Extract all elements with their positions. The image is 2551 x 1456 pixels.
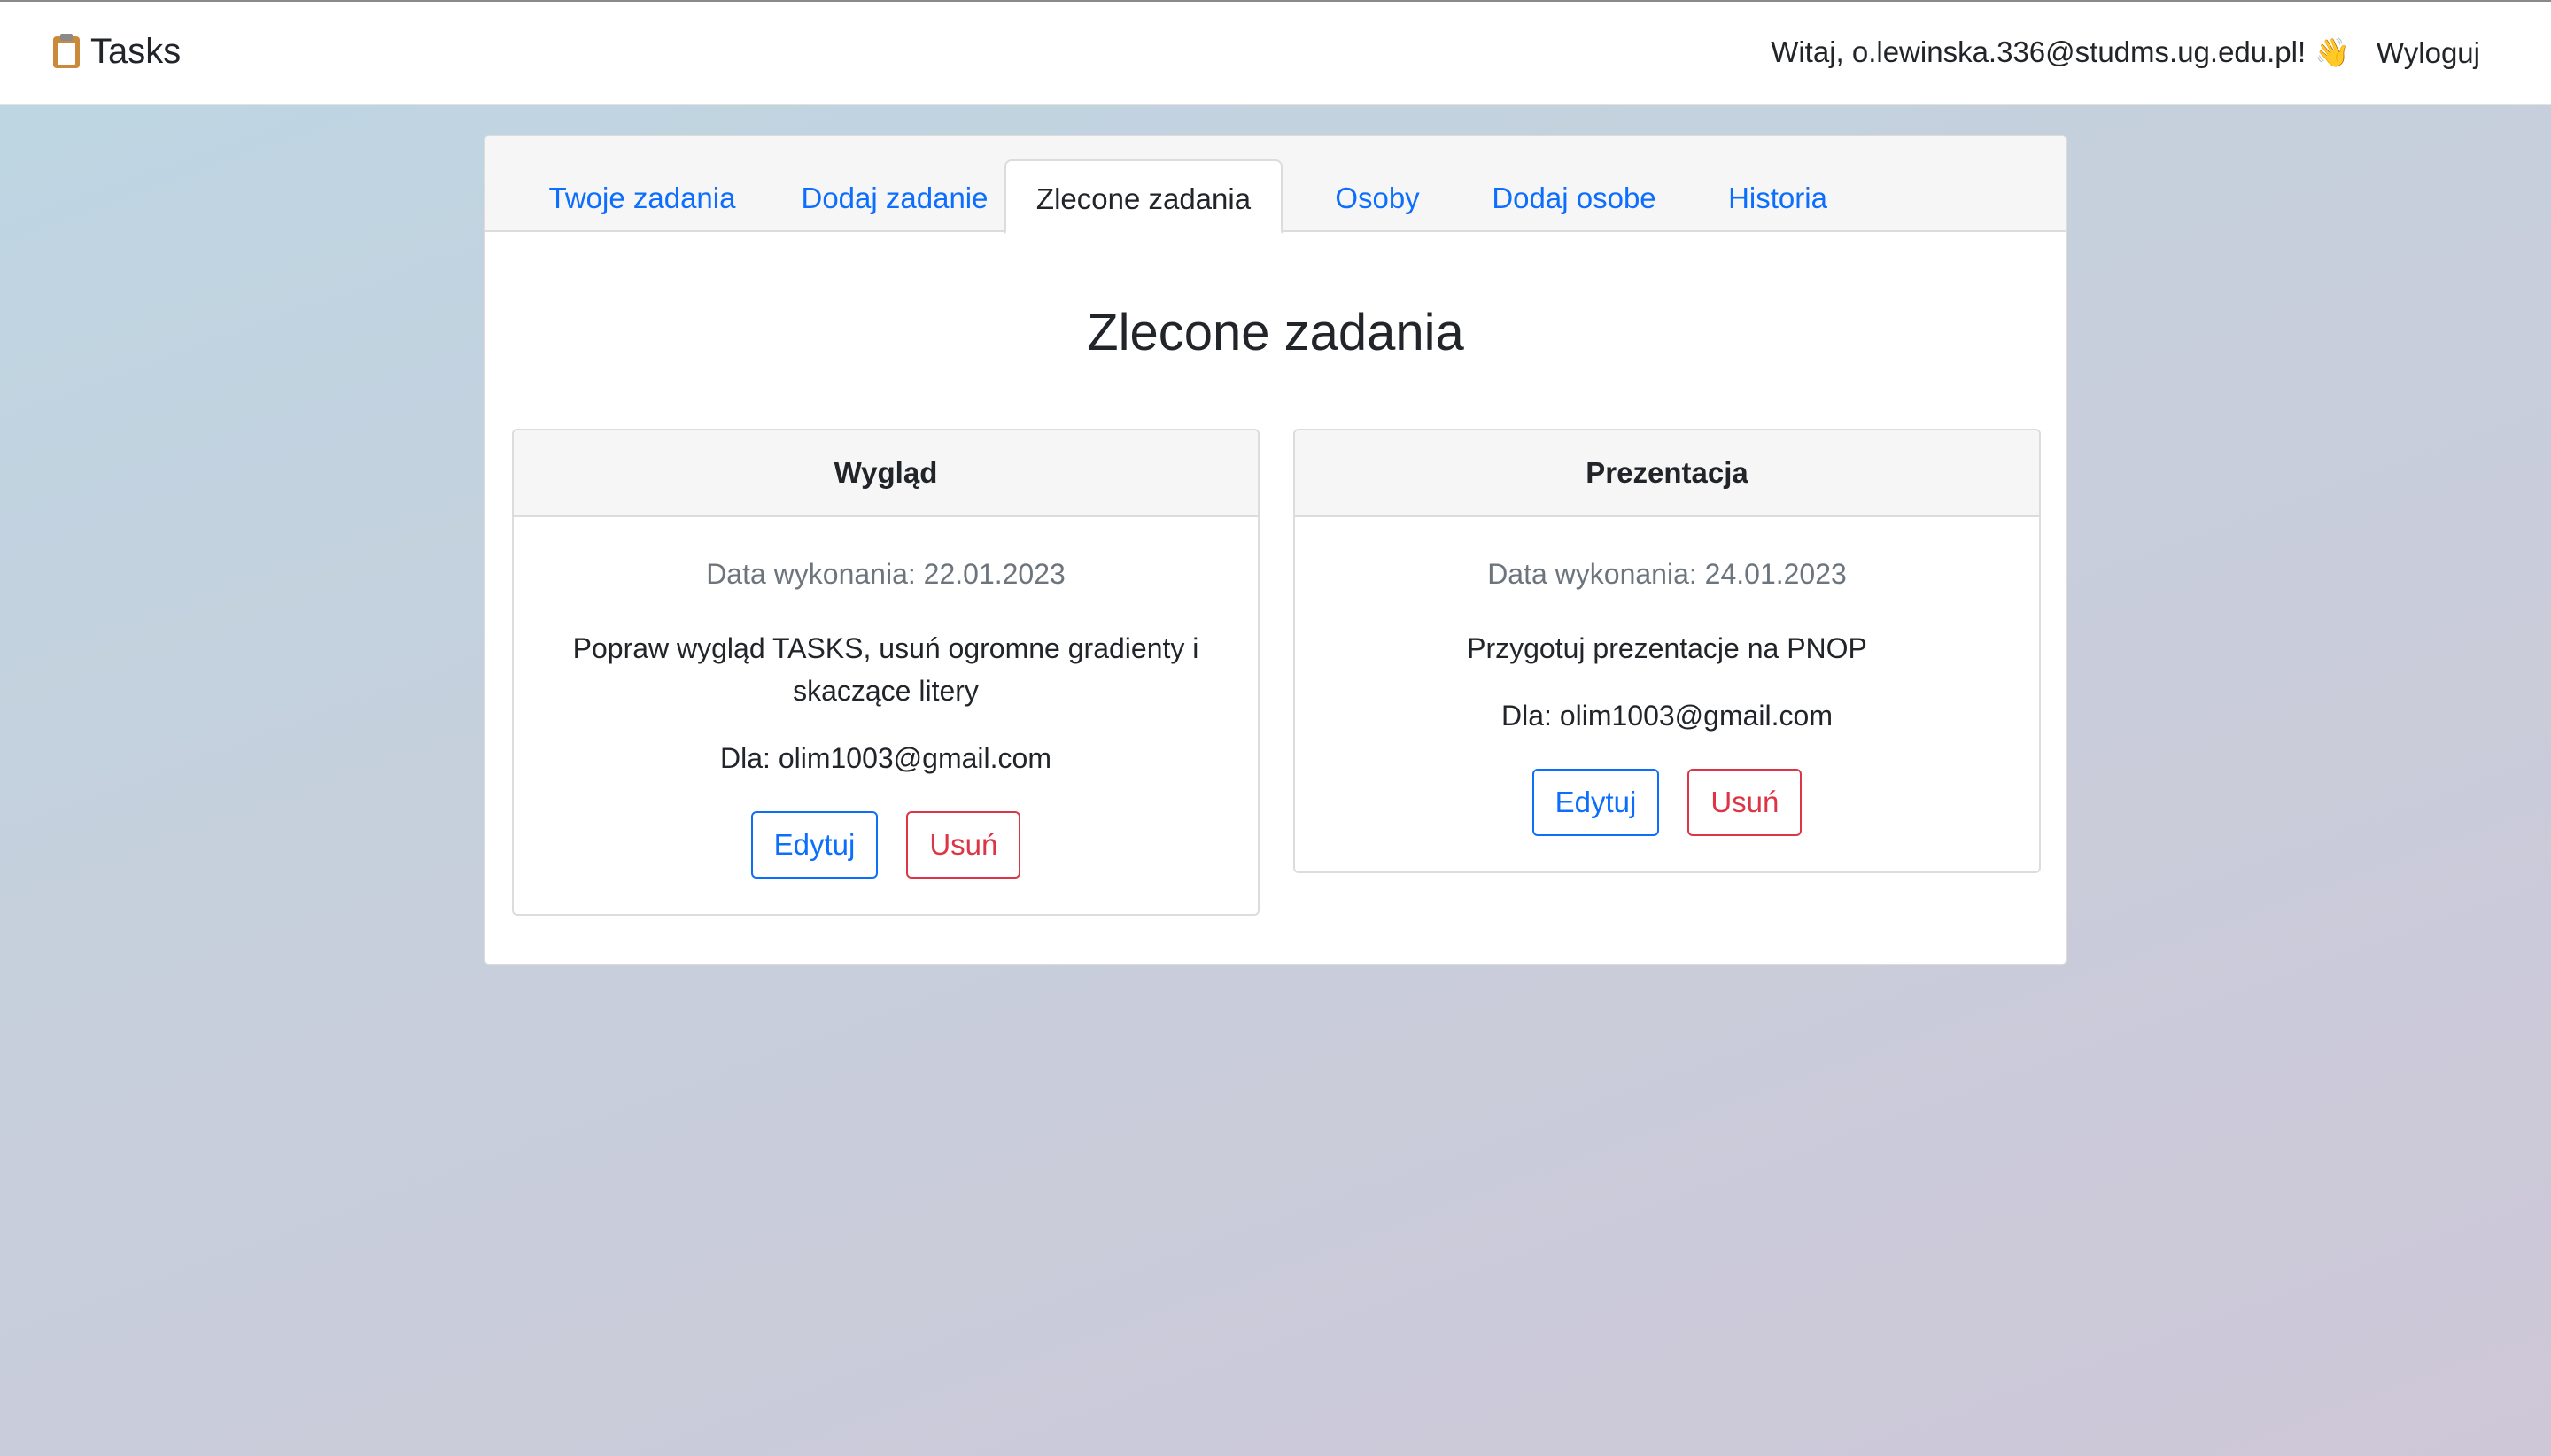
delete-button[interactable]: Usuń [906,811,1021,879]
task-due-date: Data wykonania: 22.01.2023 [706,558,1066,590]
task-description: Popraw wygląd TASKS, usuń ogromne gradie… [572,632,1199,707]
delete-button[interactable]: Usuń [1687,769,1803,836]
task-assignee: Dla: olim1003@gmail.com [1501,700,1833,732]
task-actions: Edytuj Usuń [549,811,1222,879]
greeting-text: Witaj, o.lewinska.336@studms.ug.edu.pl! [1771,35,2307,68]
tab-dodaj-osobe[interactable]: Dodaj osobe [1469,159,1679,232]
tab-bar: Twoje zadania Dodaj zadanie Zlecone zada… [485,136,2066,234]
task-body: Data wykonania: 24.01.2023 Przygotuj pre… [1295,517,2039,871]
task-description: Przygotuj prezentacje na PNOP [1467,632,1867,664]
task-assignee: Dla: olim1003@gmail.com [720,742,1051,774]
tab-zlecone-zadania[interactable]: Zlecone zadania [1004,159,1283,234]
edit-button[interactable]: Edytuj [1531,769,1660,836]
page-title: Zlecone zadania [1087,304,1464,361]
task-actions: Edytuj Usuń [1330,769,2004,836]
clipboard-icon [53,33,80,68]
tab-osoby[interactable]: Osoby [1309,159,1446,232]
main-panel: Twoje zadania Dodaj zadanie Zlecone zada… [484,135,2067,965]
tab-historia[interactable]: Historia [1702,159,1853,232]
task-title: Wygląd [514,430,1258,517]
task-card: Wygląd Data wykonania: 22.01.2023 Popraw… [512,429,1260,916]
edit-button[interactable]: Edytuj [750,811,879,879]
tab-twoje-zadania[interactable]: Twoje zadania [531,159,753,232]
brand-label: Tasks [90,32,182,71]
user-greeting: Witaj, o.lewinska.336@studms.ug.edu.pl! … [1771,35,2350,69]
task-body: Data wykonania: 22.01.2023 Popraw wygląd… [514,517,1258,914]
navbar: Tasks Witaj, o.lewinska.336@studms.ug.ed… [0,0,2551,105]
task-due-date: Data wykonania: 24.01.2023 [1487,558,1847,590]
task-title: Prezentacja [1295,430,2039,517]
logout-button[interactable]: Wyloguj [2377,36,2480,70]
waving-hand-icon: 👋 [2315,36,2350,68]
brand-link[interactable]: Tasks [53,32,181,72]
tab-dodaj-zadanie[interactable]: Dodaj zadanie [778,159,1012,232]
task-card: Prezentacja Data wykonania: 24.01.2023 P… [1293,429,2041,873]
